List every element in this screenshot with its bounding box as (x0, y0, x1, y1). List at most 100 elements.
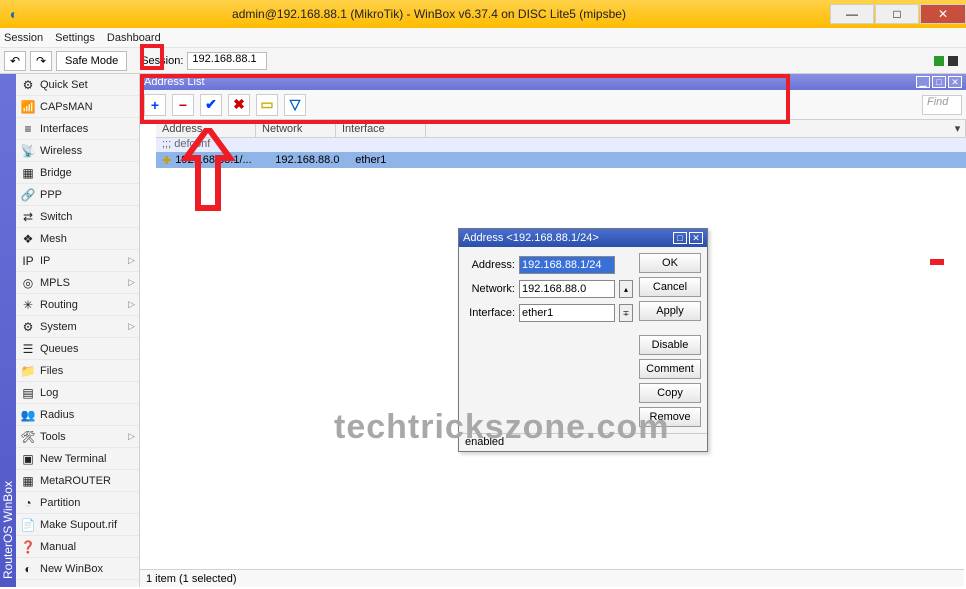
disable-dialog-button[interactable]: Disable (639, 335, 701, 355)
mesh-icon: ❖ (20, 231, 36, 247)
interface-dropdown-icon[interactable]: ∓ (619, 304, 633, 322)
status-leds (932, 56, 958, 66)
copy-button[interactable]: Copy (639, 383, 701, 403)
address-label: Address: (465, 259, 515, 271)
remove-dialog-button[interactable]: Remove (639, 407, 701, 427)
dialog-title[interactable]: Address <192.168.88.1/24> □ ✕ (459, 229, 707, 247)
system-icon: ⚙ (20, 319, 36, 335)
sidebar-item-partition[interactable]: ◔Partition (16, 492, 139, 514)
chevron-right-icon: ▷ (128, 255, 135, 266)
subwin-maximize-button[interactable]: □ (932, 76, 946, 88)
address-list-title: Address List ▁ □ ✕ (140, 74, 966, 90)
disable-button[interactable]: ✖ (228, 94, 250, 116)
redo-button[interactable]: ↷ (30, 51, 52, 71)
col-address[interactable]: Address (156, 120, 256, 137)
chevron-right-icon: ▷ (128, 431, 135, 442)
dialog-close-button[interactable]: ✕ (689, 232, 703, 244)
find-input[interactable]: Find (922, 95, 962, 115)
sidebar-item-mpls[interactable]: ◎MPLS▷ (16, 272, 139, 294)
sidebar-item-ip[interactable]: IPIP▷ (16, 250, 139, 272)
remove-button[interactable]: − (172, 94, 194, 116)
sidebar-item-new-terminal[interactable]: ▣New Terminal (16, 448, 139, 470)
winbox-icon: ◐ (0, 6, 28, 22)
partition-icon: ◔ (20, 495, 36, 511)
filter-button[interactable]: ▽ (284, 94, 306, 116)
cell-network: 192.168.88.0 (275, 154, 355, 166)
winbox-app-icon: ◐ (20, 561, 36, 577)
session-value[interactable]: 192.168.88.1 (187, 52, 267, 70)
sidebar-item-wireless[interactable]: 📡Wireless (16, 140, 139, 162)
minimize-button[interactable]: — (830, 4, 874, 24)
col-interface[interactable]: Interface (336, 120, 426, 137)
sidebar-item-log[interactable]: ▤Log (16, 382, 139, 404)
interfaces-icon: ≡ (20, 121, 36, 137)
manual-icon: ❓ (20, 539, 36, 555)
columns-dropdown-icon[interactable]: ▾ (950, 120, 966, 137)
comment-button[interactable]: ▭ (256, 94, 278, 116)
log-icon: ▤ (20, 385, 36, 401)
network-field[interactable] (519, 280, 615, 298)
sidebar-item-mesh[interactable]: ❖Mesh (16, 228, 139, 250)
sidebar-item-files[interactable]: 📁Files (16, 360, 139, 382)
apply-button[interactable]: Apply (639, 301, 701, 321)
interface-field[interactable] (519, 304, 615, 322)
menu-session[interactable]: Session (4, 32, 43, 44)
address-field[interactable] (519, 256, 615, 274)
interface-label: Interface: (465, 307, 515, 319)
maximize-button[interactable]: □ (875, 4, 919, 24)
routing-icon: ✳ (20, 297, 36, 313)
sidebar-item-interfaces[interactable]: ≡Interfaces (16, 118, 139, 140)
mpls-icon: ◎ (20, 275, 36, 291)
sidebar-item-bridge[interactable]: ▦Bridge (16, 162, 139, 184)
cell-interface: ether1 (355, 154, 445, 166)
ok-button[interactable]: OK (639, 253, 701, 273)
queues-icon: ☰ (20, 341, 36, 357)
sidebar-item-ppp[interactable]: 🔗PPP (16, 184, 139, 206)
dialog-min-button[interactable]: □ (673, 232, 687, 244)
address-list-toolbar: + − ✔ ✖ ▭ ▽ Find (140, 90, 966, 120)
address-list-columns: Address Network Interface ▾ (156, 120, 966, 138)
sidebar-item-routing[interactable]: ✳Routing▷ (16, 294, 139, 316)
sidebar-item-switch[interactable]: ⇄Switch (16, 206, 139, 228)
menu-settings[interactable]: Settings (55, 32, 95, 44)
tools-icon: 🛠 (20, 429, 36, 445)
radius-icon: 👥 (20, 407, 36, 423)
main-toolbar: ↶ ↷ Safe Mode Session: 192.168.88.1 (0, 48, 966, 74)
comment-row: ;;; defconf (156, 138, 966, 152)
led-connected-icon (934, 56, 944, 66)
address-row[interactable]: ✚ 192.168.88.1/... 192.168.88.0 ether1 (156, 152, 966, 168)
capsman-icon: 📶 (20, 99, 36, 115)
side-tab[interactable]: RouterOS WinBox (0, 74, 16, 587)
col-network[interactable]: Network (256, 120, 336, 137)
window-titlebar: ◐ admin@192.168.88.1 (MikroTik) - WinBox… (0, 0, 966, 28)
sidebar-item-radius[interactable]: 👥Radius (16, 404, 139, 426)
menubar: Session Settings Dashboard (0, 28, 966, 48)
sidebar-item-capsman[interactable]: 📶CAPsMAN (16, 96, 139, 118)
sidebar-item-system[interactable]: ⚙System▷ (16, 316, 139, 338)
sidebar-item-make-supout[interactable]: 📄Make Supout.rif (16, 514, 139, 536)
supout-icon: 📄 (20, 517, 36, 533)
sidebar-item-manual[interactable]: ❓Manual (16, 536, 139, 558)
metarouter-icon: ▦ (20, 473, 36, 489)
sidebar-item-tools[interactable]: 🛠Tools▷ (16, 426, 139, 448)
ip-icon: IP (20, 253, 36, 269)
sidebar-item-new-winbox[interactable]: ◐New WinBox (16, 558, 139, 580)
add-button[interactable]: + (144, 94, 166, 116)
sidebar-item-queues[interactable]: ☰Queues (16, 338, 139, 360)
enable-button[interactable]: ✔ (200, 94, 222, 116)
sidebar-item-metarouter[interactable]: ▦MetaROUTER (16, 470, 139, 492)
cancel-button[interactable]: Cancel (639, 277, 701, 297)
undo-button[interactable]: ↶ (4, 51, 26, 71)
files-icon: 📁 (20, 363, 36, 379)
comment-dialog-button[interactable]: Comment (639, 359, 701, 379)
network-clear-icon[interactable]: ▴ (619, 280, 633, 298)
sidebar-item-quick-set[interactable]: ⚙Quick Set (16, 74, 139, 96)
led-encrypted-icon (948, 56, 958, 66)
close-button[interactable]: ✕ (920, 4, 966, 24)
quickset-icon: ⚙ (20, 77, 36, 93)
subwin-minimize-button[interactable]: ▁ (916, 76, 930, 88)
menu-dashboard[interactable]: Dashboard (107, 32, 161, 44)
subwin-close-button[interactable]: ✕ (948, 76, 962, 88)
status-bar: 1 item (1 selected) (140, 569, 964, 587)
safe-mode-button[interactable]: Safe Mode (56, 51, 127, 71)
